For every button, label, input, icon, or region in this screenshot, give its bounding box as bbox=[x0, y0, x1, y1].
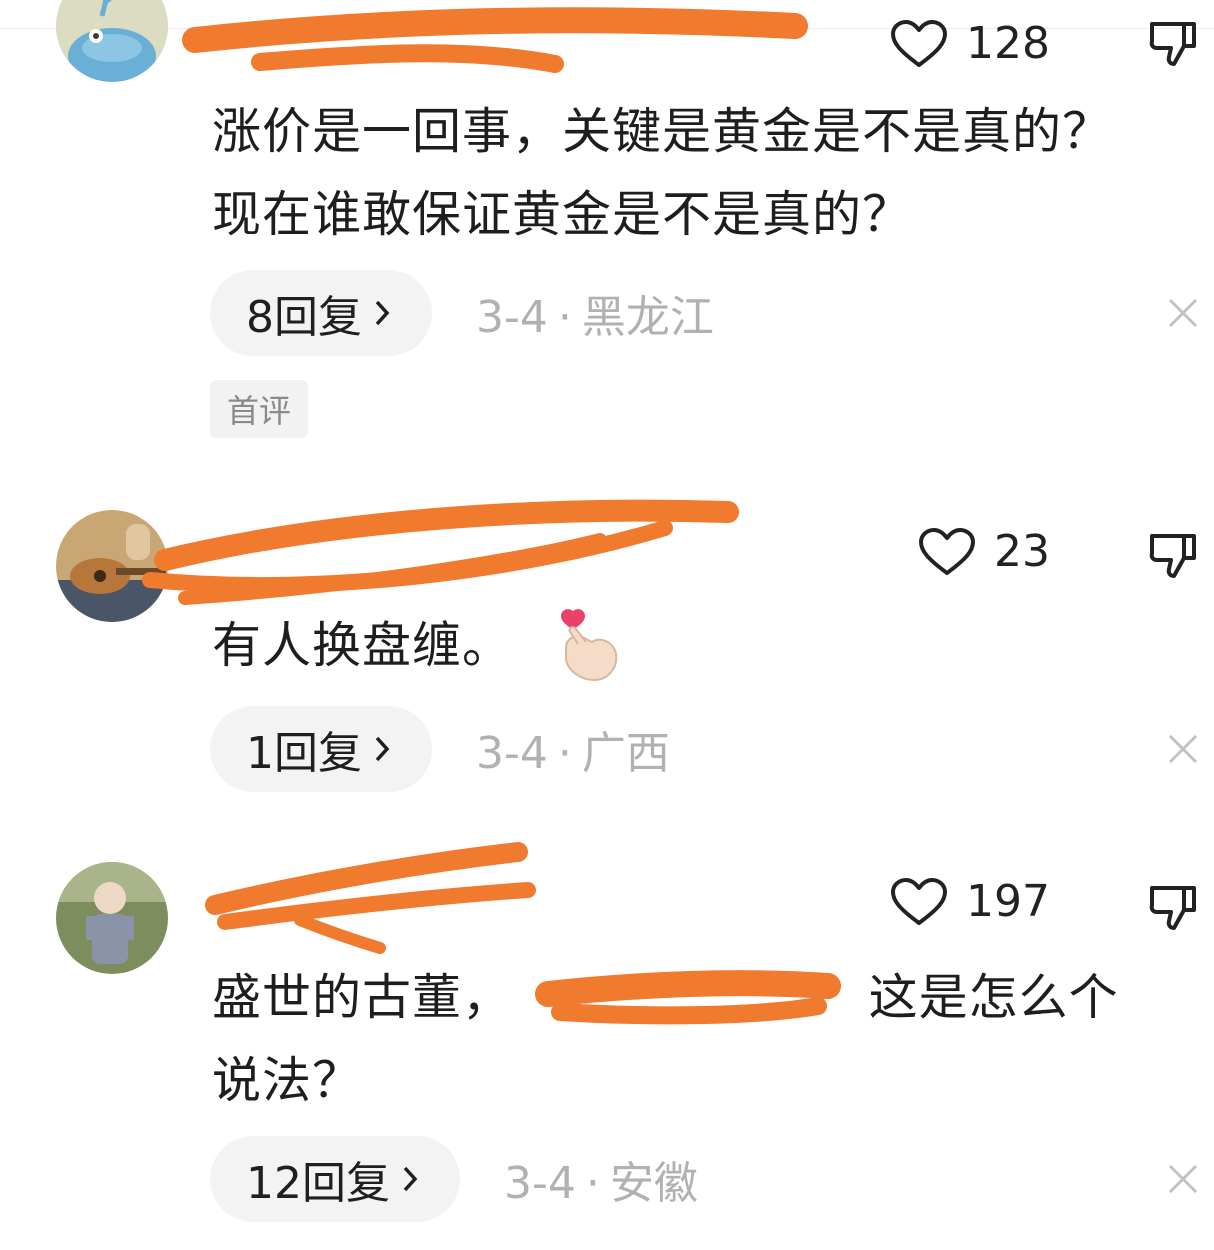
avatar[interactable] bbox=[56, 862, 168, 974]
date-location: 3-4 · 黑龙江 bbox=[476, 281, 714, 345]
chevron-right-icon bbox=[375, 300, 390, 326]
separator-dot: · bbox=[585, 1158, 600, 1209]
comment-text: 盛世的古董， ！ 这是怎么个 说法？ bbox=[212, 956, 1202, 1122]
comment-text-part2: ！ 这是怎么个 bbox=[802, 969, 1119, 1026]
reply-count: 8回复 bbox=[246, 292, 362, 343]
close-icon[interactable] bbox=[1166, 296, 1200, 330]
comment-meta: 12回复 3-4 · 安徽 bbox=[210, 1136, 698, 1222]
chevron-right-icon bbox=[375, 736, 390, 762]
comment-date: 3-4 bbox=[476, 728, 548, 779]
redaction-scribble-3b bbox=[217, 882, 536, 930]
reply-button[interactable]: 1回复 bbox=[210, 706, 432, 792]
redaction-scribble-3c bbox=[294, 914, 386, 954]
separator-dot: · bbox=[557, 292, 572, 343]
comment-location: 安徽 bbox=[609, 1158, 698, 1209]
like-count: 128 bbox=[966, 18, 1050, 69]
comment-text-line2: 说法？ bbox=[212, 1052, 363, 1109]
heart-outline-icon bbox=[891, 877, 947, 925]
thumbs-down-icon[interactable] bbox=[1146, 880, 1200, 934]
thumbs-down-icon[interactable] bbox=[1146, 528, 1200, 582]
redaction-scribble-1 bbox=[182, 7, 808, 53]
separator-dot: · bbox=[557, 728, 572, 779]
comment-location: 广西 bbox=[581, 728, 670, 779]
redaction-scribble-1b bbox=[251, 44, 564, 73]
avatar-image bbox=[56, 510, 168, 622]
chevron-right-icon bbox=[403, 1166, 418, 1192]
reply-count: 12回复 bbox=[246, 1158, 390, 1209]
redaction-scribble-3 bbox=[205, 842, 528, 915]
like-button[interactable]: 128 bbox=[890, 18, 1050, 69]
avatar-image bbox=[56, 0, 168, 82]
comment-date: 3-4 bbox=[504, 1158, 576, 1209]
comment-text: 涨价是一回事，关键是黄金是不是真的？ 现在谁敢保证黄金是不是真的？ bbox=[212, 103, 1113, 243]
avatar[interactable] bbox=[56, 510, 168, 622]
like-button[interactable]: 23 bbox=[918, 526, 1050, 577]
thumbs-down-icon[interactable] bbox=[1146, 16, 1200, 70]
reply-button[interactable]: 8回复 bbox=[210, 270, 432, 356]
close-icon[interactable] bbox=[1166, 1162, 1200, 1196]
avatar[interactable] bbox=[56, 0, 168, 82]
comment-date: 3-4 bbox=[476, 292, 548, 343]
reply-count: 1回复 bbox=[246, 728, 362, 779]
redacted-text bbox=[512, 956, 802, 1039]
reply-button[interactable]: 12回复 bbox=[210, 1136, 460, 1222]
like-button[interactable]: 197 bbox=[890, 876, 1050, 927]
redaction-scribble-2c bbox=[178, 533, 607, 605]
heart-outline-icon bbox=[919, 527, 975, 575]
date-location: 3-4 · 安徽 bbox=[504, 1147, 698, 1211]
comment-meta: 1回复 3-4 · 广西 bbox=[210, 706, 670, 792]
comment-location: 黑龙江 bbox=[581, 292, 714, 343]
comment-meta: 8回复 3-4 · 黑龙江 bbox=[210, 270, 714, 356]
comment-text: 有人换盘缠。 bbox=[212, 617, 513, 674]
redaction-scribble-2b bbox=[142, 520, 673, 593]
redaction-scribble-2 bbox=[154, 499, 739, 571]
heart-outline-icon bbox=[891, 19, 947, 67]
close-icon[interactable] bbox=[1166, 732, 1200, 766]
avatar-image bbox=[56, 862, 168, 974]
date-location: 3-4 · 广西 bbox=[476, 717, 670, 781]
like-count: 23 bbox=[994, 526, 1050, 577]
like-count: 197 bbox=[966, 876, 1050, 927]
finger-heart-emoji bbox=[561, 609, 618, 682]
comment-text-part1: 盛世的古董， bbox=[212, 969, 513, 1026]
first-comment-badge: 首评 bbox=[210, 380, 308, 438]
